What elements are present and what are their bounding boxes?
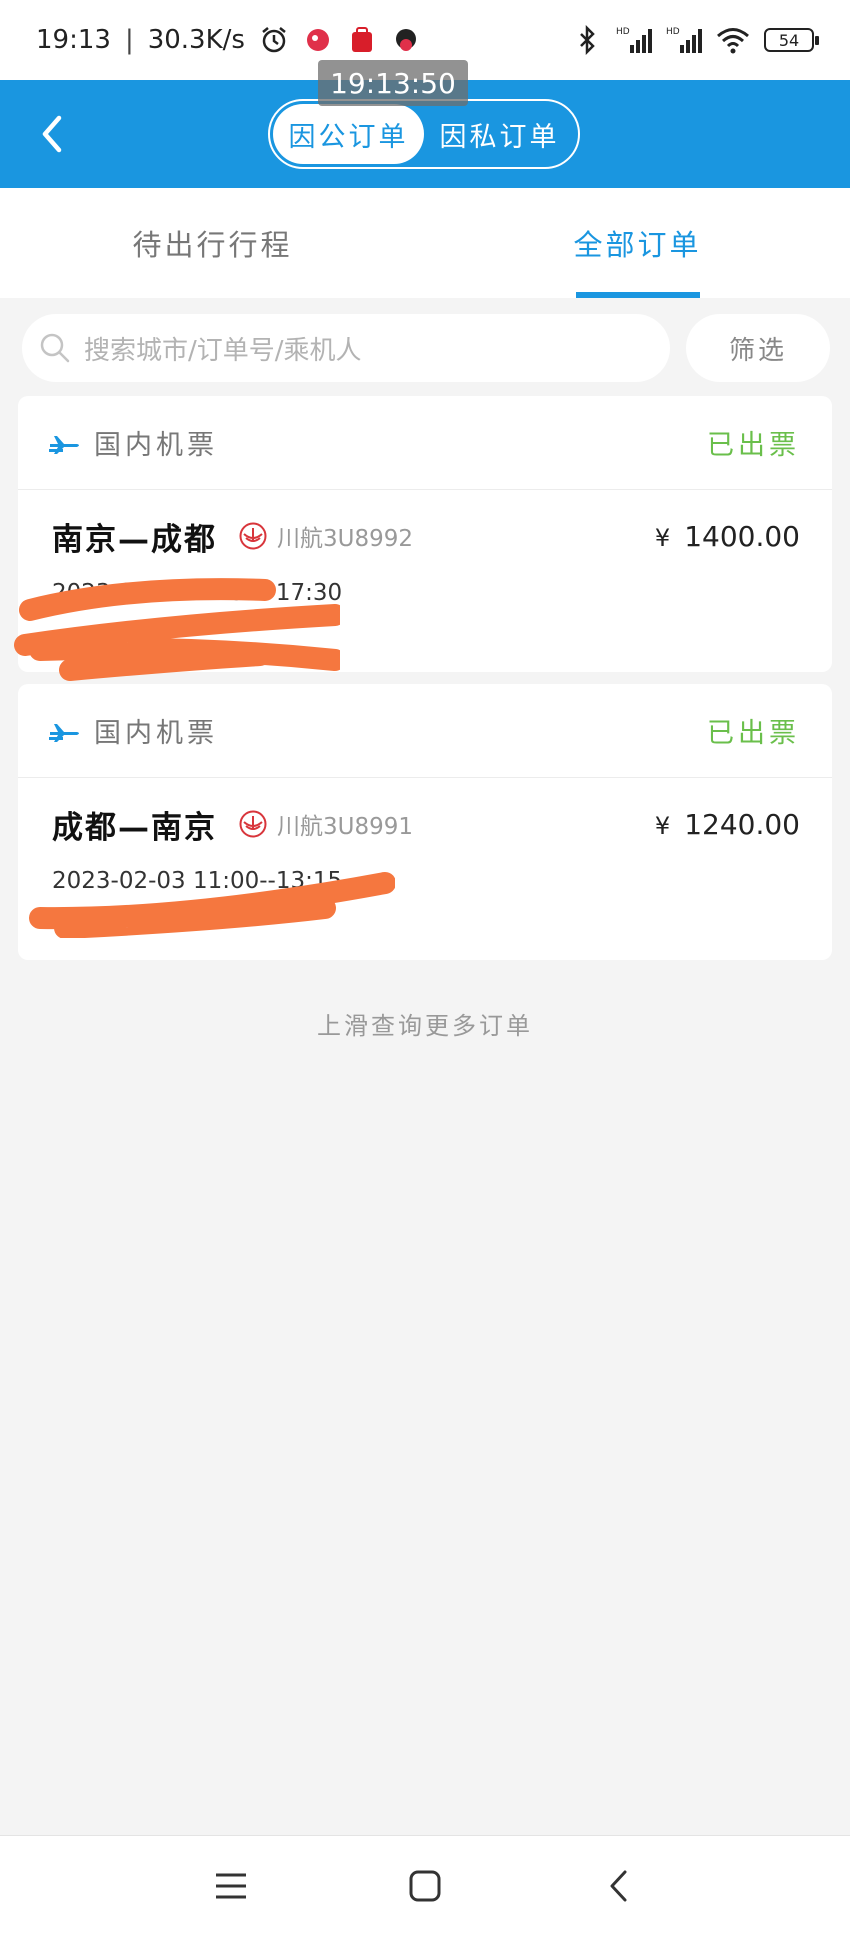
route-row: 南京—成都 川航3U8992 ¥1400.00	[52, 498, 800, 574]
app-notification-icon	[395, 29, 416, 51]
airline-logo-icon	[239, 810, 267, 838]
menu-icon	[216, 1873, 246, 1899]
battery-icon: 54	[764, 28, 819, 52]
bluetooth-icon	[580, 25, 595, 55]
chevron-left-icon	[42, 115, 62, 153]
ticket-status: 已出票	[707, 430, 800, 461]
menu-button[interactable]	[209, 1864, 253, 1908]
home-icon	[409, 1870, 441, 1902]
order-type-switch: 因公订单 因私订单	[268, 99, 580, 169]
back-nav-button[interactable]	[597, 1864, 641, 1908]
status-right: HD HD 54	[572, 25, 819, 55]
segment-business-orders[interactable]: 因公订单	[273, 104, 424, 164]
filter-button[interactable]: 筛选	[686, 314, 830, 382]
signal-hd-icon: HD	[666, 27, 702, 53]
signal-hd-icon: HD	[616, 27, 652, 53]
load-more-hint: 上滑查询更多订单	[317, 1012, 533, 1040]
svg-text:HD: HD	[616, 27, 630, 37]
search-placeholder: 搜索城市/订单号/乘机人	[84, 335, 362, 366]
redaction-scribble	[14, 578, 340, 681]
price-value: 1240.00	[684, 807, 800, 841]
order-type: 国内机票	[48, 711, 218, 750]
tab-all-orders[interactable]: 全部订单	[425, 188, 850, 298]
route: 成都—南京	[52, 809, 217, 846]
airplane-icon	[49, 723, 79, 742]
battery-level: 54	[778, 30, 800, 50]
home-button[interactable]	[403, 1864, 447, 1908]
wifi-icon	[717, 28, 749, 54]
currency-symbol: ¥	[654, 811, 671, 840]
search-row: 搜索城市/订单号/乘机人 筛选	[22, 314, 830, 382]
system-nav-bar	[0, 1835, 850, 1936]
order-type-label: 国内机票	[94, 718, 218, 749]
svg-text:HD: HD	[666, 27, 680, 37]
price-value: 1400.00	[684, 519, 800, 553]
route-row: 成都—南京 川航3U8991 ¥1240.00	[52, 786, 800, 862]
net-speed: 30.3K/s	[147, 25, 245, 55]
segment-private-orders[interactable]: 因私订单	[424, 104, 575, 164]
app-notification-icon	[351, 27, 372, 52]
redaction-scribble	[29, 872, 395, 938]
tab-upcoming-trips[interactable]: 待出行行程	[0, 188, 425, 298]
status-separator: |	[124, 25, 134, 55]
order-type: 国内机票	[48, 423, 218, 462]
status-left: 19:13 | 30.3K/s	[36, 25, 421, 55]
alarm-icon	[262, 27, 286, 53]
order-card-header: 国内机票 已出票	[18, 684, 832, 778]
time-overlay: 19:13:50	[318, 60, 468, 106]
order-type-label: 国内机票	[94, 430, 218, 461]
tab-bar: 待出行行程 全部订单	[0, 188, 850, 298]
ticket-status: 已出票	[707, 718, 800, 749]
price: ¥1240.00	[655, 808, 800, 841]
airline-logo-icon	[239, 522, 267, 550]
app-notification-icon	[306, 29, 329, 51]
order-card-header: 国内机票 已出票	[18, 396, 832, 490]
route: 南京—成都	[52, 521, 217, 558]
back-icon	[610, 1870, 627, 1902]
search-input[interactable]: 搜索城市/订单号/乘机人	[22, 314, 670, 382]
flight-number: 川航3U8992	[277, 526, 414, 552]
status-time: 19:13	[36, 25, 111, 55]
airline: 川航3U8991	[239, 807, 413, 841]
flight-number: 川航3U8991	[277, 814, 414, 840]
price: ¥1400.00	[655, 520, 800, 553]
currency-symbol: ¥	[654, 523, 671, 552]
back-button[interactable]	[24, 106, 80, 162]
airplane-icon	[49, 435, 79, 454]
airline: 川航3U8992	[239, 519, 413, 553]
search-icon	[40, 333, 70, 363]
